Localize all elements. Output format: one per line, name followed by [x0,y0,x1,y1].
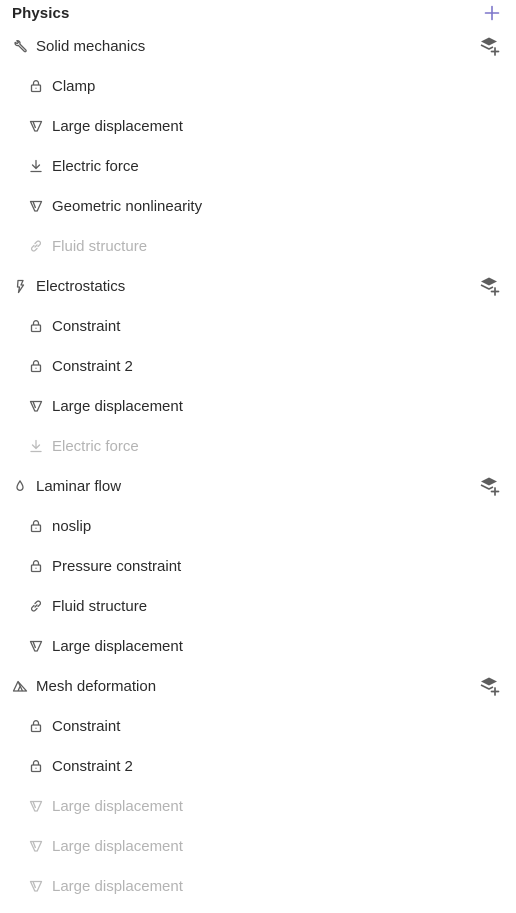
group-label: Mesh deformation [36,677,157,695]
arrow-down-icon [28,158,44,174]
group-label: Solid mechanics [36,37,146,55]
group-label: Electrostatics [36,277,126,295]
drop-icon [12,478,28,494]
feature-label: Geometric nonlinearity [52,197,203,215]
feature-item[interactable]: Fluid structure [0,586,516,626]
feature-label: Clamp [52,77,96,95]
feature-item[interactable]: Clamp [0,66,516,106]
feature-item[interactable]: Constraint 2 [0,346,516,386]
feature-item[interactable]: Electric force [0,426,516,466]
lock-icon [28,318,44,334]
feature-label: Large displacement [52,117,183,135]
lock-icon [28,358,44,374]
feature-label: noslip [52,517,92,535]
feature-label: Large displacement [52,877,183,895]
feature-item[interactable]: Geometric nonlinearity [0,186,516,226]
feature-item[interactable]: Constraint [0,706,516,746]
feature-item[interactable]: noslip [0,506,516,546]
add-feature-button[interactable] [478,474,502,498]
feature-item[interactable]: Large displacement [0,826,516,866]
bolt-icon [12,278,28,294]
feature-label: Constraint 2 [52,357,133,375]
feature-item[interactable]: Electric force [0,146,516,186]
feature-item[interactable]: Large displacement [0,786,516,826]
physics-group[interactable]: Laminar flow [0,466,516,506]
mesh-icon [12,678,28,694]
feature-label: Constraint 2 [52,757,133,775]
feature-item[interactable]: Large displacement [0,106,516,146]
feature-label: Electric force [52,437,139,455]
feature-item[interactable]: Constraint [0,306,516,346]
feature-item[interactable]: Large displacement [0,626,516,666]
layers-add-icon [479,475,501,497]
funnel-icon [28,398,44,414]
funnel-icon [28,638,44,654]
lock-icon [28,718,44,734]
lock-icon [28,518,44,534]
funnel-icon [28,878,44,894]
feature-item[interactable]: Fluid structure [0,226,516,266]
feature-label: Large displacement [52,797,183,815]
physics-panel: Physics Solid mechanics Clamp Large displa… [0,0,516,913]
panel-title: Physics [12,4,70,22]
arrow-down-icon [28,438,44,454]
feature-label: Fluid structure [52,237,148,255]
feature-item[interactable]: Pressure constraint [0,546,516,586]
group-label: Laminar flow [36,477,122,495]
add-feature-button[interactable] [478,674,502,698]
feature-label: Fluid structure [52,597,148,615]
wrench-icon [12,38,28,54]
lock-icon [28,758,44,774]
physics-group[interactable]: Mesh deformation [0,666,516,706]
layers-add-icon [479,675,501,697]
feature-label: Constraint [52,317,121,335]
plus-icon [484,5,500,21]
add-feature-button[interactable] [478,34,502,58]
lock-icon [28,558,44,574]
lock-icon [28,78,44,94]
feature-item[interactable]: Large displacement [0,866,516,906]
feature-item[interactable]: Large displacement [0,386,516,426]
physics-group[interactable]: Electrostatics [0,266,516,306]
physics-group[interactable]: Solid mechanics [0,26,516,66]
feature-label: Large displacement [52,637,183,655]
link-icon [28,598,44,614]
layers-add-icon [479,35,501,57]
feature-label: Pressure constraint [52,557,182,575]
feature-label: Large displacement [52,837,183,855]
feature-item[interactable]: Constraint 2 [0,746,516,786]
funnel-icon [28,198,44,214]
panel-header: Physics [0,0,516,26]
link-icon [28,238,44,254]
funnel-icon [28,798,44,814]
add-physics-button[interactable] [482,3,502,23]
physics-tree: Solid mechanics Clamp Large displacement El… [0,26,516,906]
funnel-icon [28,118,44,134]
feature-label: Large displacement [52,397,183,415]
add-feature-button[interactable] [478,274,502,298]
funnel-icon [28,838,44,854]
layers-add-icon [479,275,501,297]
feature-label: Electric force [52,157,139,175]
feature-label: Constraint [52,717,121,735]
